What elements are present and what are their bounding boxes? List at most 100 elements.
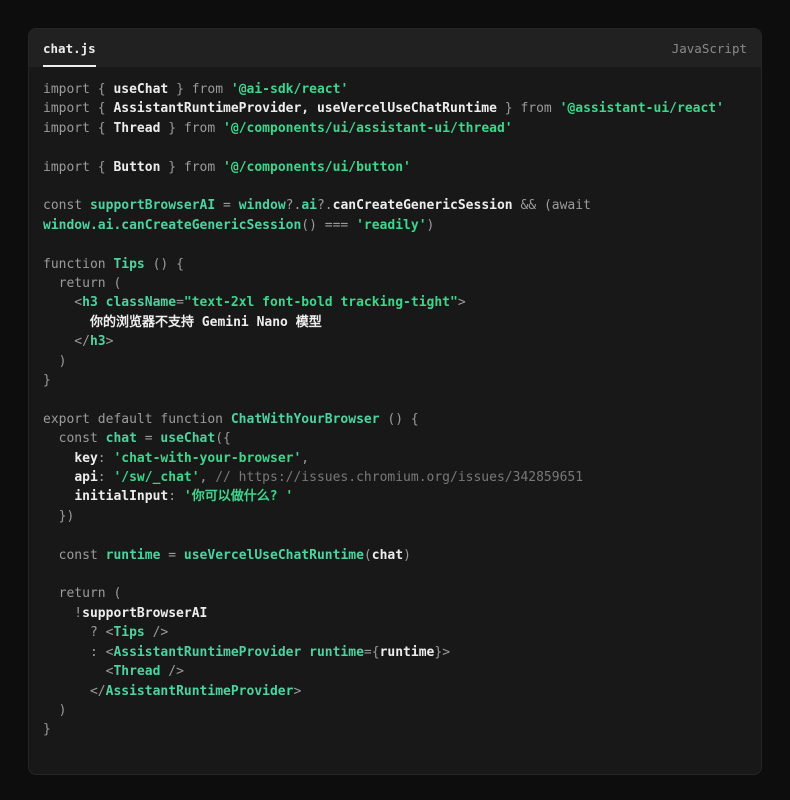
code-token: ?. xyxy=(286,198,302,213)
code-token: window.ai.canCreateGenericSession xyxy=(43,218,301,233)
code-token: = xyxy=(160,548,183,563)
code-token: && (await xyxy=(513,198,591,213)
code-token: ) xyxy=(403,548,411,563)
code-token: < xyxy=(43,664,113,679)
code-line: }) xyxy=(43,507,747,526)
code-token: "text-2xl font-bold tracking-tight" xyxy=(184,295,458,310)
code-token: 'readily' xyxy=(356,218,426,233)
code-token: /> xyxy=(145,625,168,640)
code-line: </AssistantRuntimeProvider> xyxy=(43,682,747,701)
code-token: h3 xyxy=(90,334,106,349)
code-line: </h3> xyxy=(43,332,747,351)
code-line: api: '/sw/_chat', // https://issues.chro… xyxy=(43,468,747,487)
code-token: className xyxy=(106,295,176,310)
code-token: Tips xyxy=(113,257,144,272)
code-line: ? <Tips /> xyxy=(43,623,747,642)
code-token: : xyxy=(168,489,184,504)
code-line: import { Thread } from '@/components/ui/… xyxy=(43,119,747,138)
code-token: const xyxy=(43,431,106,446)
code-token: Tips xyxy=(113,625,144,640)
code-line xyxy=(43,565,747,584)
code-line: 你的浏览器不支持 Gemini Nano 模型 xyxy=(43,313,747,332)
code-token: }> xyxy=(434,645,450,660)
code-token: : xyxy=(98,451,114,466)
code-token: ai xyxy=(301,198,317,213)
code-token xyxy=(43,470,74,485)
code-token: Thread xyxy=(113,121,160,136)
code-line: return ( xyxy=(43,584,747,603)
code-token: } from xyxy=(168,82,231,97)
code-token: > xyxy=(458,295,466,310)
code-token: '/sw/_chat' xyxy=(113,470,199,485)
code-line xyxy=(43,138,747,157)
code-token: '@assistant-ui/react' xyxy=(560,101,724,116)
code-token: 'chat-with-your-browser' xyxy=(113,451,301,466)
code-token: '@ai-sdk/react' xyxy=(231,82,348,97)
code-token: api xyxy=(74,470,97,485)
code-token: import { xyxy=(43,101,113,116)
code-line: <h3 className="text-2xl font-bold tracki… xyxy=(43,293,747,312)
code-line: ) xyxy=(43,701,747,720)
code-token: AssistantRuntimeProvider, useVercelUseCh… xyxy=(113,101,497,116)
code-token: , xyxy=(200,470,216,485)
code-token: supportBrowserAI xyxy=(82,606,207,621)
code-token: chat xyxy=(372,548,403,563)
code-token: const xyxy=(43,548,106,563)
code-token: import { xyxy=(43,121,113,136)
code-token: </ xyxy=(43,684,106,699)
code-block: import { useChat } from '@ai-sdk/react'i… xyxy=(29,67,761,774)
code-token: AssistantRuntimeProvider xyxy=(113,645,301,660)
code-token: ?. xyxy=(317,198,333,213)
code-token: ChatWithYourBrowser xyxy=(231,412,380,427)
code-token: } xyxy=(43,373,51,388)
code-line xyxy=(43,177,747,196)
code-line: } xyxy=(43,720,747,739)
code-token: import { xyxy=(43,82,113,97)
code-token: useVercelUseChatRuntime xyxy=(184,548,364,563)
code-token: initialInput xyxy=(74,489,168,504)
code-token: ( xyxy=(364,548,372,563)
code-token: , xyxy=(301,451,309,466)
code-line: ) xyxy=(43,352,747,371)
code-token: import { xyxy=(43,160,113,175)
code-token: /> xyxy=(160,664,183,679)
code-token: h3 xyxy=(82,295,98,310)
code-token: </ xyxy=(43,334,90,349)
code-token: supportBrowserAI xyxy=(90,198,215,213)
code-token: return ( xyxy=(43,276,121,291)
code-token: runtime xyxy=(309,645,364,660)
code-token: = xyxy=(215,198,238,213)
tab-chat-js[interactable]: chat.js xyxy=(43,29,96,67)
code-token: runtime xyxy=(380,645,435,660)
code-token: () { xyxy=(145,257,184,272)
code-line: import { AssistantRuntimeProvider, useVe… xyxy=(43,99,747,118)
code-token: () === xyxy=(301,218,356,233)
code-line: const chat = useChat({ xyxy=(43,429,747,448)
code-line: window.ai.canCreateGenericSession() === … xyxy=(43,216,747,235)
code-token: } from xyxy=(160,121,223,136)
code-token: '@/components/ui/assistant-ui/thread' xyxy=(223,121,513,136)
code-token: '@/components/ui/button' xyxy=(223,160,411,175)
code-token: window xyxy=(239,198,286,213)
code-token: AssistantRuntimeProvider xyxy=(106,684,294,699)
code-token: } from xyxy=(160,160,223,175)
code-line: initialInput: '你可以做什么? ' xyxy=(43,487,747,506)
code-token: Button xyxy=(113,160,160,175)
code-token: = xyxy=(176,295,184,310)
code-token: > xyxy=(106,334,114,349)
code-token: '你可以做什么? ' xyxy=(184,489,293,504)
code-token: = xyxy=(137,431,160,446)
code-line: <Thread /> xyxy=(43,662,747,681)
code-line: !supportBrowserAI xyxy=(43,604,747,623)
code-token: const xyxy=(43,198,90,213)
code-line: return ( xyxy=(43,274,747,293)
code-token: key xyxy=(74,451,97,466)
code-line: function Tips () { xyxy=(43,255,747,274)
code-token xyxy=(43,489,74,504)
language-badge: JavaScript xyxy=(672,41,747,56)
code-token: () { xyxy=(380,412,419,427)
code-token: < xyxy=(43,295,82,310)
code-token: ? < xyxy=(43,625,113,640)
code-line: const runtime = useVercelUseChatRuntime(… xyxy=(43,546,747,565)
code-token: : xyxy=(98,470,114,485)
